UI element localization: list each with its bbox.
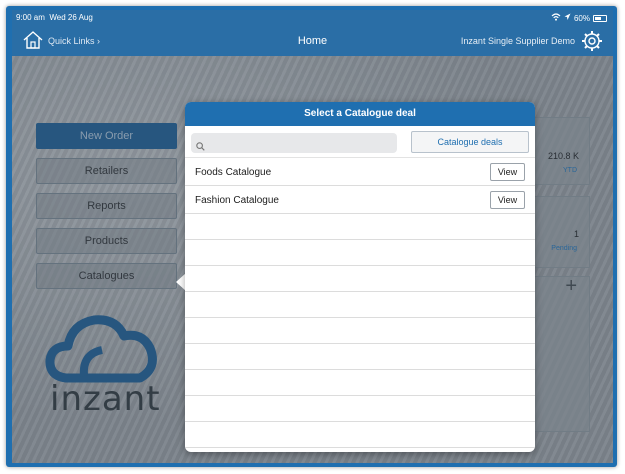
gear-icon[interactable]	[581, 30, 603, 52]
list-item[interactable]: Foods Catalogue View	[185, 158, 535, 186]
popover-toolbar: Catalogue deals	[185, 126, 535, 158]
catalogue-deals-button[interactable]: Catalogue deals	[411, 131, 529, 153]
empty-row	[185, 240, 535, 266]
wifi-icon	[551, 13, 561, 23]
status-bar: 9:00 am Wed 26 Aug 60%	[12, 10, 613, 26]
empty-row	[185, 422, 535, 448]
view-button[interactable]: View	[490, 191, 525, 209]
supplier-name: Inzant Single Supplier Demo	[460, 36, 575, 46]
app-screen: 9:00 am Wed 26 Aug 60% Quick Links › Hom…	[12, 10, 613, 463]
view-button[interactable]: View	[490, 163, 525, 181]
status-right: 60%	[551, 13, 607, 23]
search-icon	[196, 138, 205, 151]
navigation-bar: Quick Links › Home Inzant Single Supplie…	[12, 26, 613, 56]
catalogue-name: Fashion Catalogue	[195, 195, 279, 206]
battery-percent: 60%	[573, 13, 590, 23]
empty-row	[185, 214, 535, 240]
empty-row	[185, 266, 535, 292]
search-input[interactable]	[191, 133, 397, 153]
empty-row	[185, 370, 535, 396]
empty-row	[185, 292, 535, 318]
empty-row	[185, 396, 535, 422]
status-time: 9:00 am	[16, 13, 45, 22]
catalogue-name: Foods Catalogue	[195, 167, 272, 178]
empty-row	[185, 318, 535, 344]
popover-title: Select a Catalogue deal	[185, 102, 535, 126]
status-time-date: 9:00 am Wed 26 Aug	[16, 13, 93, 22]
status-date: Wed 26 Aug	[49, 13, 93, 22]
location-icon	[564, 13, 571, 23]
empty-row	[185, 344, 535, 370]
battery-icon	[593, 14, 607, 22]
list-item[interactable]: Fashion Catalogue View	[185, 186, 535, 214]
catalogue-deal-popover: Select a Catalogue deal Catalogue deals …	[185, 102, 535, 452]
